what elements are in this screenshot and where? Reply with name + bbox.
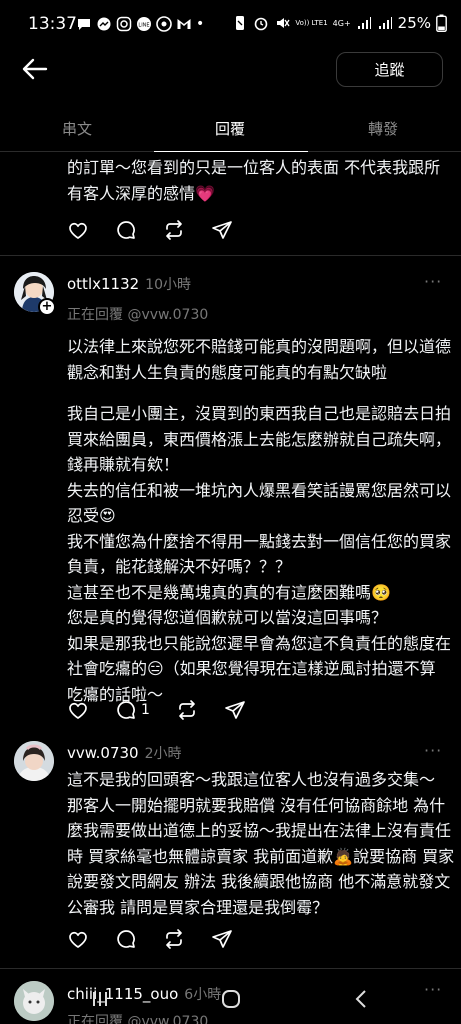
gmail-icon xyxy=(177,19,191,29)
recent-apps-icon[interactable] xyxy=(88,987,112,1011)
post-header: vvw.0730 2小時 xyxy=(67,743,182,763)
battery-icon xyxy=(436,14,447,32)
tab-reposts[interactable]: 轉發 xyxy=(368,118,398,139)
avatar-image xyxy=(14,741,54,781)
post-text-line: 如果是那我也只能說您遲早會為您這不負責任的態度在 xyxy=(67,633,452,653)
more-notifications-icon: • xyxy=(196,16,205,32)
heart-icon[interactable] xyxy=(67,928,89,950)
back-nav-icon[interactable] xyxy=(350,987,374,1011)
battery-level: 25% xyxy=(397,14,431,32)
post-body: 的訂單～您看到的只是一位客人的表面 不代表我跟所 有客人深厚的感情💗 xyxy=(67,155,457,206)
system-nav-bar xyxy=(0,975,461,1024)
post-text-line: 負責，能花錢解決不好嗎？？？ xyxy=(67,557,292,576)
follow-button[interactable]: 追蹤 xyxy=(336,52,443,87)
post-text-line: 買來給團員，東西價格漲上去能怎麼辦就自己疏失啊， xyxy=(67,429,452,449)
network-type: 4G+ xyxy=(332,18,351,28)
comment-icon[interactable] xyxy=(115,219,137,241)
post-text-line: 失去的信任和被一堆坑內人爆黑看笑話謾罵您居然可以 xyxy=(67,480,452,500)
post-text-line: 錢再賺就有欸！ xyxy=(67,455,180,474)
post-text-gap xyxy=(67,385,457,401)
more-icon[interactable]: ··· xyxy=(424,272,442,291)
reply-count: 1 xyxy=(141,702,150,718)
post-text-line: 那客人一開始擺明就要我賠償 沒有任何協商餘地 為什 xyxy=(67,795,446,815)
post-text-line: 以法律上來說您死不賠錢可能真的沒問題啊，但以道德 xyxy=(67,337,452,356)
replying-to[interactable]: 正在回覆 @vvw.0730 xyxy=(67,304,208,324)
follow-plus-icon[interactable]: + xyxy=(38,298,56,316)
post-text-line: 的訂單～您看到的只是一位客人的表面 不代表我跟所 xyxy=(67,158,441,177)
tab-replies[interactable]: 回覆 xyxy=(215,118,245,139)
home-icon[interactable] xyxy=(219,987,243,1011)
status-right: Vo)) LTE1 4G+ 25% xyxy=(232,14,447,32)
post-actions xyxy=(67,219,259,241)
post-body: 以法律上來說您死不賠錢可能真的沒問題啊，但以道德 觀念和對人生負責的態度可能真的… xyxy=(67,334,457,707)
post-text-line: 忍受😍 xyxy=(67,506,116,525)
tab-threads[interactable]: 串文 xyxy=(62,118,92,139)
post-divider xyxy=(0,255,461,256)
active-tab-indicator xyxy=(154,151,308,152)
share-icon[interactable] xyxy=(224,699,246,721)
mute-icon xyxy=(277,18,290,28)
post-divider xyxy=(0,968,461,969)
post-text-line: 我不懂您為什麼捨不得用一點錢去對一個信任您的買家 xyxy=(67,531,452,551)
chrome-icon xyxy=(156,16,172,32)
post-text-line: 您是真的覺得您道個歉就可以當沒這回事嗎？ xyxy=(67,608,388,627)
post-actions xyxy=(67,928,259,950)
nfc-icon xyxy=(236,16,245,30)
post-text-line: 有客人深厚的感情💗 xyxy=(67,183,215,203)
repost-icon[interactable] xyxy=(176,699,198,721)
comment-button[interactable]: 1 xyxy=(115,699,150,721)
instagram-icon xyxy=(116,16,132,32)
messenger-icon xyxy=(97,17,111,31)
post-text-line: 說要發文問網友 辦法 我後續跟他協商 他不滿意就發文 xyxy=(67,872,451,891)
post-text-line: 時 買家絲毫也無體諒賣家 我前面道歉🙇說要協商 買家 xyxy=(67,846,455,866)
post-text-line: 這甚至也不是幾萬塊真的真的有這麼困難嗎🥺 xyxy=(67,582,391,602)
signal-icon xyxy=(357,17,371,29)
volte-label: Vo)) LTE1 xyxy=(295,19,328,27)
svg-text:LINE: LINE xyxy=(138,23,149,29)
post-header: ottlx1132 10小時 xyxy=(67,274,191,294)
share-icon[interactable] xyxy=(211,928,233,950)
post-text-line: 麼我需要做出道德上的妥協～我提出在法律上沒有責任 xyxy=(67,821,452,840)
post-text-line: 觀念和對人生負責的態度可能真的有點欠缺啦 xyxy=(67,362,388,382)
post-body: 這不是我的回頭客～我跟這位客人也沒有過多交集～ 那客人一開始擺明就要我賠償 沒有… xyxy=(67,767,457,920)
comment-icon xyxy=(117,701,135,719)
share-icon[interactable] xyxy=(211,219,233,241)
alarm-icon xyxy=(255,17,268,31)
avatar[interactable] xyxy=(14,741,54,781)
heart-icon[interactable] xyxy=(67,699,89,721)
post-text-line: 我自己是小團主，沒買到的東西我自己也是認賠去日拍 xyxy=(67,404,452,423)
status-time: 13:37 xyxy=(28,14,77,34)
signal-icon-2 xyxy=(378,17,392,29)
post-time: 2小時 xyxy=(144,746,182,762)
tab-bar: 串文 回覆 轉發 xyxy=(0,104,461,152)
post-text-line: 這不是我的回頭客～我跟這位客人也沒有過多交集～ xyxy=(67,770,436,789)
line-icon: LINE xyxy=(137,17,151,31)
status-bar: 13:37 LINE • Vo)) LTE1 4G+ 25% xyxy=(0,0,461,52)
username[interactable]: ottlx1132 xyxy=(67,275,139,293)
post-time: 10小時 xyxy=(145,277,191,293)
back-arrow-icon[interactable] xyxy=(20,56,50,82)
more-icon[interactable]: ··· xyxy=(424,741,442,760)
post-actions: 1 xyxy=(67,699,272,721)
post-text-line: 公審我 請問是買家合理還是我倒霉？ xyxy=(67,897,329,917)
repost-icon[interactable] xyxy=(163,219,185,241)
repost-icon[interactable] xyxy=(163,928,185,950)
post-text-line: 社會吃癟的😑（如果您覺得現在這樣逆風討拍還不算 xyxy=(67,659,436,678)
comment-icon[interactable] xyxy=(115,928,137,950)
chat-bubble-icon xyxy=(78,19,90,30)
heart-icon[interactable] xyxy=(67,219,89,241)
username[interactable]: vvw.0730 xyxy=(67,744,139,762)
notification-icons: LINE • xyxy=(76,16,204,32)
